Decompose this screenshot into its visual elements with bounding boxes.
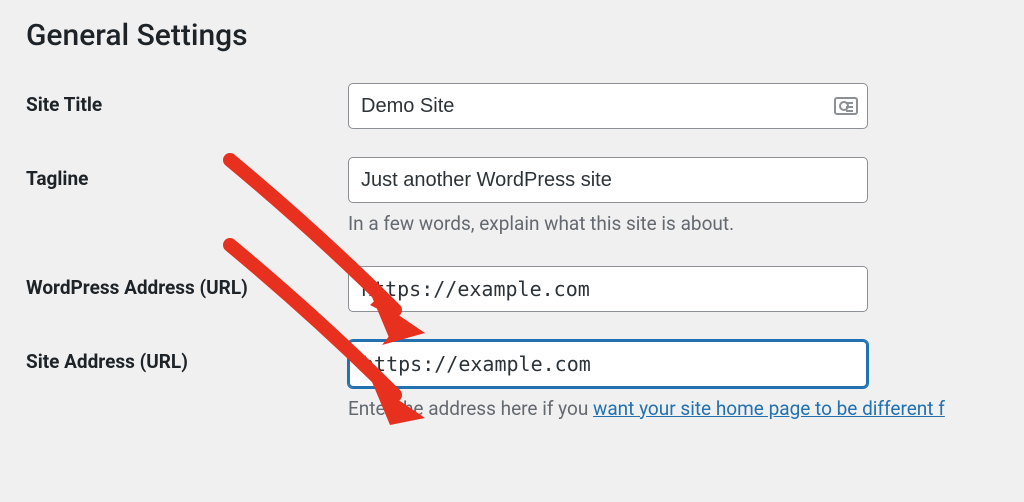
tagline-label: Tagline [26, 157, 348, 190]
wp-address-input[interactable] [348, 266, 868, 312]
site-address-input[interactable] [348, 340, 868, 388]
tagline-input[interactable] [348, 157, 868, 203]
contact-card-icon [834, 97, 858, 115]
site-address-row: Site Address (URL) Enter the address her… [26, 340, 998, 423]
tagline-description: In a few words, explain what this site i… [348, 211, 998, 238]
site-address-description: Enter the address here if you want your … [348, 396, 998, 423]
site-title-row: Site Title [26, 83, 998, 129]
page-title: General Settings [26, 18, 998, 53]
tagline-row: Tagline In a few words, explain what thi… [26, 157, 998, 238]
site-address-desc-link[interactable]: want your site home page to be different… [593, 397, 945, 420]
site-title-input[interactable] [348, 83, 868, 129]
wp-address-row: WordPress Address (URL) [26, 266, 998, 312]
site-title-label: Site Title [26, 83, 348, 116]
site-address-label: Site Address (URL) [26, 340, 348, 373]
wp-address-label: WordPress Address (URL) [26, 266, 348, 299]
site-address-desc-prefix: Enter the address here if you [348, 397, 593, 420]
